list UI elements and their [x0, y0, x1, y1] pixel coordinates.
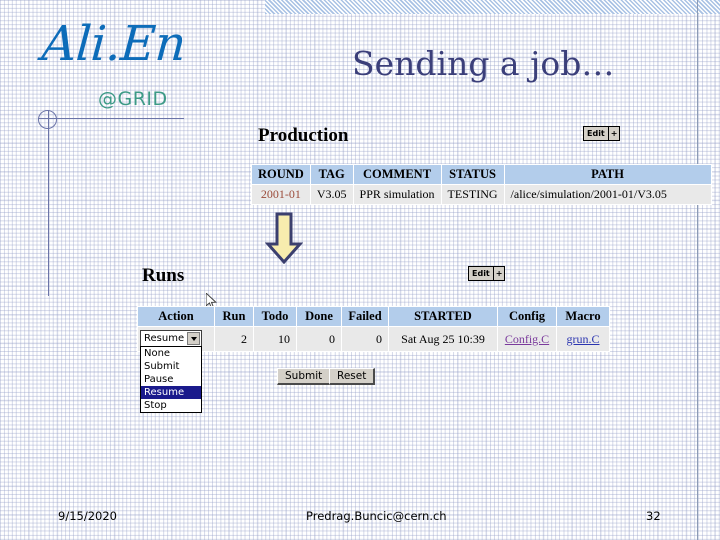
production-edit-button[interactable]: Edit +: [583, 126, 621, 141]
runs-cell-todo: 10: [253, 326, 297, 352]
header-decoration-band: [265, 0, 720, 14]
runs-cell-run: 2: [214, 326, 254, 352]
production-heading: Production: [258, 125, 349, 146]
logo-tagline-text: @GRID: [98, 88, 168, 110]
runs-table: Action Run Todo Done Failed STARTED Conf…: [137, 306, 610, 352]
production-cell-status: TESTING: [440, 184, 505, 205]
runs-cell-done: 0: [296, 326, 342, 352]
runs-col-run: Run: [214, 306, 254, 327]
runs-col-macro: Macro: [556, 306, 610, 327]
runs-heading: Runs: [142, 265, 185, 286]
table-row: 2 10 0 0 Sat Aug 25 10:39 Config.C grun.…: [137, 326, 610, 352]
production-col-path: PATH: [503, 164, 712, 185]
production-cell-tag: V3.05: [309, 184, 354, 205]
logo-horizontal-line: [38, 118, 184, 119]
runs-col-started: STARTED: [388, 306, 498, 327]
runs-add-icon[interactable]: +: [492, 267, 505, 280]
action-select-dropdown[interactable]: None Submit Pause Resume Stop: [140, 346, 202, 413]
dropdown-option-stop[interactable]: Stop: [141, 399, 201, 412]
dropdown-option-none[interactable]: None: [141, 347, 201, 360]
runs-col-todo: Todo: [253, 306, 297, 327]
dropdown-option-pause[interactable]: Pause: [141, 373, 201, 386]
action-select[interactable]: Resume: [140, 330, 202, 347]
runs-edit-button[interactable]: Edit +: [468, 266, 506, 281]
runs-col-action: Action: [137, 306, 215, 327]
alien-grid-logo: Ali.En @GRID: [0, 0, 260, 300]
logo-vertical-line: [48, 110, 49, 296]
page-title: Sending a job…: [352, 44, 615, 83]
runs-cell-started: Sat Aug 25 10:39: [388, 326, 498, 352]
production-table: ROUND TAG COMMENT STATUS PATH 2001-01 V3…: [251, 164, 712, 205]
runs-edit-label: Edit: [472, 269, 490, 278]
down-arrow-icon: [264, 212, 304, 265]
footer-email: Predrag.Buncic@cern.ch: [306, 509, 447, 523]
footer-date: 9/15/2020: [58, 509, 117, 523]
runs-cell-config: Config.C: [497, 326, 557, 352]
runs-col-done: Done: [296, 306, 342, 327]
dropdown-option-submit[interactable]: Submit: [141, 360, 201, 373]
macro-file-link[interactable]: grun.C: [567, 332, 600, 346]
action-select-value: Resume: [144, 333, 185, 344]
reset-button[interactable]: Reset: [329, 368, 376, 385]
slide-canvas: Ali.En @GRID Sending a job… Production E…: [0, 0, 720, 540]
production-col-comment: COMMENT: [352, 164, 442, 185]
production-col-round: ROUND: [251, 164, 311, 185]
footer-page-number: 32: [646, 509, 661, 523]
production-edit-label: Edit: [587, 129, 605, 138]
right-vertical-rule: [697, 0, 698, 540]
dropdown-option-resume[interactable]: Resume: [141, 386, 201, 399]
production-add-icon[interactable]: +: [607, 127, 620, 140]
production-header-row: ROUND TAG COMMENT STATUS PATH: [251, 164, 712, 185]
production-cell-comment: PPR simulation: [352, 184, 442, 205]
runs-col-failed: Failed: [341, 306, 389, 327]
runs-cell-failed: 0: [341, 326, 389, 352]
runs-cell-macro: grun.C: [556, 326, 610, 352]
chevron-down-icon[interactable]: [187, 332, 200, 345]
table-row: 2001-01 V3.05 PPR simulation TESTING /al…: [251, 184, 712, 205]
production-col-status: STATUS: [440, 164, 505, 185]
production-col-tag: TAG: [309, 164, 354, 185]
runs-header-row: Action Run Todo Done Failed STARTED Conf…: [137, 306, 610, 327]
production-cell-path: /alice/simulation/2001-01/V3.05: [503, 184, 712, 205]
runs-col-config: Config: [497, 306, 557, 327]
production-cell-round: 2001-01: [251, 184, 311, 205]
config-file-link[interactable]: Config.C: [505, 332, 549, 346]
logo-brand-text: Ali.En: [40, 16, 188, 72]
submit-button[interactable]: Submit: [277, 368, 332, 385]
logo-circle-icon: [38, 110, 57, 129]
